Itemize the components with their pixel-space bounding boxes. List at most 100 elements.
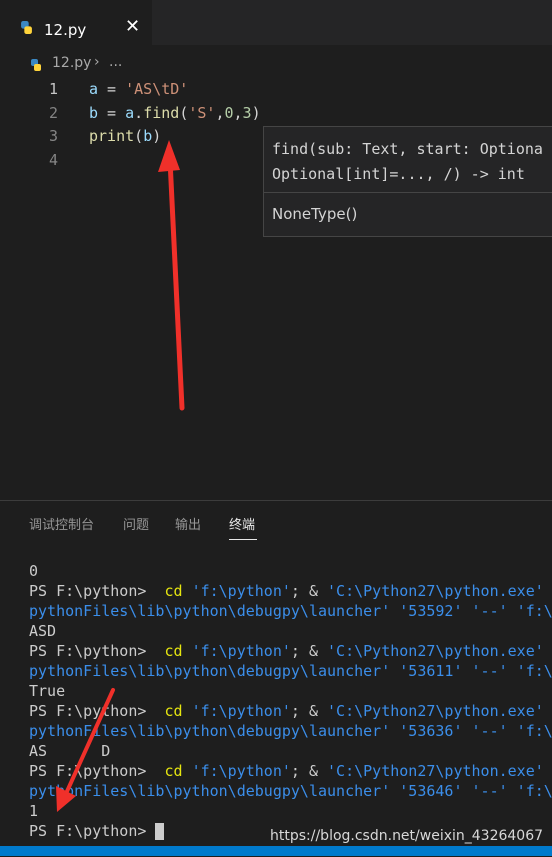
terminal-token: pythonFiles\lib\python\debugpy\launcher' [29, 662, 391, 680]
hover-return-type: NoneType() [272, 205, 358, 223]
tab-12py[interactable]: 12.py ✕ [0, 0, 152, 45]
line-number: 2 [48, 104, 58, 122]
terminal-token: '53611' [399, 662, 463, 680]
annotation-arrow-editor [158, 140, 185, 411]
terminal-token: 'f:\ [516, 782, 552, 800]
code-line[interactable]: a = 'AS\tD' [89, 80, 188, 98]
tab-debug-console[interactable]: 调试控制台 [29, 514, 94, 533]
terminal-token: 'f:\ [516, 722, 552, 740]
terminal-token: 'f:\python' [191, 762, 291, 780]
terminal-line: pythonFiles\lib\python\debugpy\launcher'… [29, 782, 552, 800]
terminal-token: '53646' [399, 782, 463, 800]
terminal-token: 1 [29, 802, 39, 820]
code-token: a [125, 104, 135, 122]
code-token: a [89, 80, 99, 98]
status-bar [0, 846, 552, 856]
terminal-line: AS D [29, 742, 110, 760]
tab-terminal[interactable]: 终端 [229, 514, 255, 533]
chevron-right-icon: › [94, 54, 100, 70]
terminal-token: 'f:\python' [191, 642, 291, 660]
terminal-token: cd [155, 642, 183, 660]
terminal-token: PS F:\python> [29, 582, 156, 600]
breadcrumb-more[interactable]: ... [109, 54, 122, 70]
terminal-line: pythonFiles\lib\python\debugpy\launcher'… [29, 602, 552, 620]
terminal-token: 'f:\python' [191, 582, 291, 600]
code-token: 0 [224, 104, 234, 122]
terminal-token: 'f:\python' [191, 702, 291, 720]
terminal-token: 'f:\ [516, 662, 552, 680]
terminal-line: PS F:\python> [29, 822, 155, 840]
terminal-line: 0 [29, 562, 38, 580]
tab-output[interactable]: 输出 [175, 514, 201, 533]
code-token: b [143, 127, 153, 145]
code-token: 'S' [188, 104, 216, 122]
code-token: = [98, 104, 126, 122]
line-number: 1 [48, 80, 58, 98]
terminal-token: 'f:\ [516, 602, 552, 620]
code-token: ( [179, 104, 189, 122]
terminal-token: ASD [29, 622, 57, 640]
terminal-token: '--' [471, 602, 508, 620]
terminal-line: ASD [29, 622, 56, 640]
terminal-token: pythonFiles\lib\python\debugpy\launcher' [29, 722, 391, 740]
terminal-line: 1 [29, 802, 38, 820]
terminal-token: cd [155, 762, 183, 780]
signature-line: find(sub: Text, start: Optiona [272, 140, 543, 158]
terminal-token: ; & [290, 642, 328, 660]
code-token: ) [251, 104, 261, 122]
active-tab-indicator [229, 539, 257, 540]
tab-problems[interactable]: 问题 [123, 514, 149, 533]
code-token: b [89, 104, 99, 122]
breadcrumb-file[interactable]: 12.py [52, 55, 91, 71]
signature-text: find(sub: Text, start: Optiona Optional[… [272, 137, 543, 187]
tab-label: 12.py [44, 21, 87, 39]
terminal-line: pythonFiles\lib\python\debugpy\launcher'… [29, 662, 552, 680]
code-line[interactable]: print(b) [89, 127, 161, 145]
line-number: 4 [48, 151, 58, 169]
code-token: 3 [242, 104, 252, 122]
terminal-token: 'C:\Python27\python.exe' [327, 642, 544, 660]
code-token: ( [134, 127, 144, 145]
code-token: print [89, 127, 135, 145]
terminal-token: PS F:\python> [29, 702, 156, 720]
terminal-token: cd [155, 702, 183, 720]
code-token: ) [152, 127, 162, 145]
code-token: = [98, 80, 126, 98]
hover-divider [264, 192, 552, 193]
signature-line: Optional[int]=..., /) -> int [272, 165, 525, 183]
code-token: 'AS\tD' [125, 80, 189, 98]
code-token: . [134, 104, 144, 122]
terminal-token: '--' [471, 662, 508, 680]
python-file-icon [31, 59, 41, 71]
code-token: find [143, 104, 180, 122]
terminal-token: PS F:\python> [29, 762, 156, 780]
terminal-token: 'C:\Python27\python.exe' [327, 762, 544, 780]
terminal-token: 'C:\Python27\python.exe' [327, 702, 544, 720]
terminal-token: ; & [290, 702, 328, 720]
close-icon[interactable]: ✕ [125, 16, 140, 37]
code-line[interactable]: b = a.find('S',0,3) [89, 104, 261, 122]
terminal-token: PS F:\python> [29, 822, 156, 840]
watermark: https://blog.csdn.net/weixin_43264067 [270, 828, 544, 844]
terminal-line: PS F:\python> cd 'f:\python'; & 'C:\Pyth… [29, 642, 544, 660]
code-token: , [233, 104, 243, 122]
terminal-line: PS F:\python> cd 'f:\python'; & 'C:\Pyth… [29, 582, 544, 600]
tab-bar: 12.py ✕ [0, 0, 552, 45]
terminal-line: PS F:\python> cd 'f:\python'; & 'C:\Pyth… [29, 702, 544, 720]
terminal-line: True [29, 682, 65, 700]
terminal-line: pythonFiles\lib\python\debugpy\launcher'… [29, 722, 552, 740]
terminal-token: 'C:\Python27\python.exe' [327, 582, 544, 600]
terminal-token: '--' [471, 782, 508, 800]
python-file-icon [21, 21, 32, 34]
